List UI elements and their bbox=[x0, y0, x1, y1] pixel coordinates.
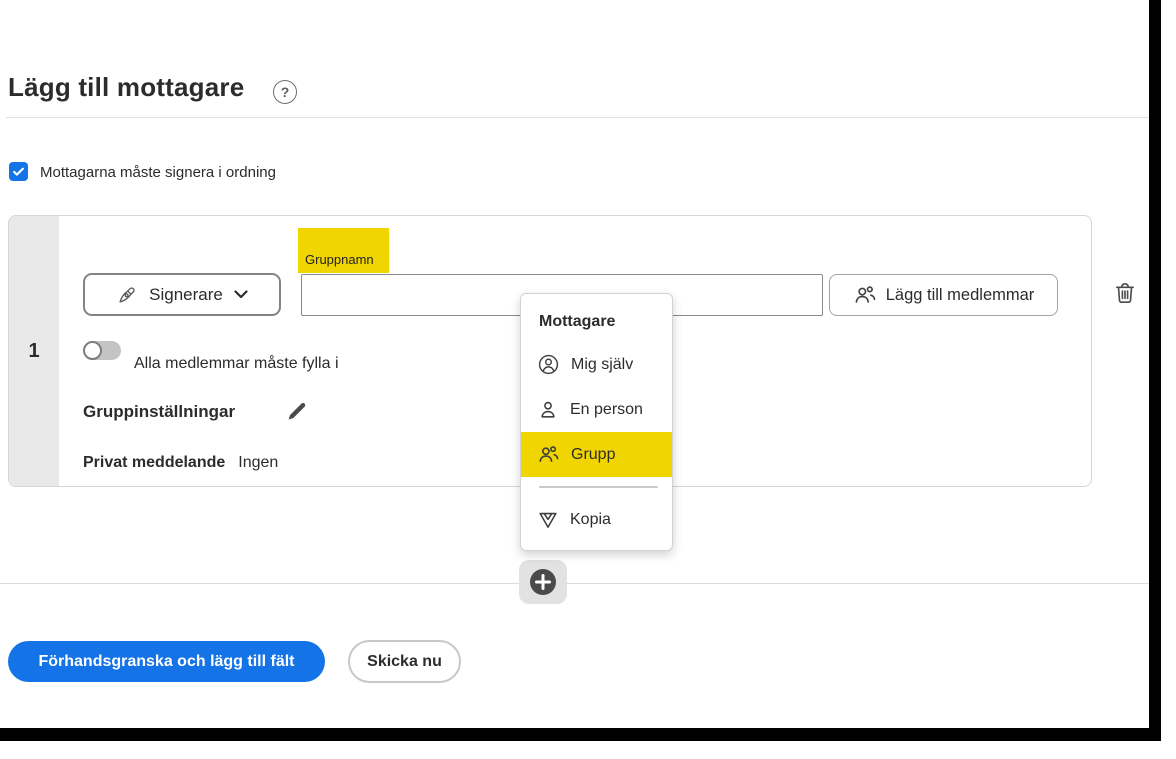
group-settings-label: Gruppinställningar bbox=[83, 402, 235, 422]
menu-item-kopia[interactable]: Kopia bbox=[521, 497, 672, 542]
person-icon bbox=[537, 399, 559, 421]
check-icon bbox=[11, 164, 26, 179]
recipient-type-menu: Mottagare Mig själv En person bbox=[520, 293, 673, 551]
sign-order-label: Mottagarna måste signera i ordning bbox=[40, 164, 276, 181]
section-divider bbox=[0, 583, 1149, 584]
recipient-index: 1 bbox=[28, 340, 39, 363]
menu-gap bbox=[521, 334, 672, 342]
add-members-button[interactable]: Lägg till medlemmar bbox=[829, 274, 1058, 316]
window-frame-right bbox=[1149, 0, 1161, 741]
private-message-label: Privat meddelande bbox=[83, 454, 225, 471]
window-frame-bottom bbox=[0, 728, 1161, 741]
group-name-label: Gruppnamn bbox=[298, 228, 389, 273]
pen-icon bbox=[116, 284, 138, 306]
add-recipients-screen: Lägg till mottagare ? Mottagarna måste s… bbox=[0, 0, 1176, 759]
private-message-row: Privat meddelande Ingen bbox=[83, 454, 278, 472]
title-divider bbox=[6, 117, 1149, 118]
private-message-value: Ingen bbox=[238, 454, 278, 471]
help-icon[interactable]: ? bbox=[273, 80, 297, 104]
edit-pencil-icon[interactable] bbox=[284, 398, 310, 424]
sign-order-checkbox[interactable] bbox=[9, 162, 28, 181]
role-selector-label: Signerare bbox=[149, 285, 223, 305]
plus-icon bbox=[529, 568, 557, 596]
add-recipient-button[interactable] bbox=[519, 560, 567, 604]
menu-item-mig-sjalv[interactable]: Mig själv bbox=[521, 342, 672, 387]
fill-order-toggle[interactable] bbox=[83, 341, 121, 360]
group-icon bbox=[537, 443, 560, 466]
role-selector-button[interactable]: Signerare bbox=[83, 273, 281, 316]
group-icon bbox=[853, 283, 877, 307]
menu-divider bbox=[539, 486, 658, 488]
trash-icon[interactable] bbox=[1112, 280, 1138, 306]
toggle-knob bbox=[83, 341, 102, 360]
question-mark-glyph: ? bbox=[281, 84, 290, 100]
menu-header: Mottagare bbox=[521, 310, 672, 334]
chevron-down-icon bbox=[234, 290, 248, 299]
add-members-label: Lägg till medlemmar bbox=[886, 286, 1035, 305]
recipient-index-strip: 1 bbox=[9, 216, 59, 486]
send-now-button[interactable]: Skicka nu bbox=[348, 640, 461, 683]
menu-item-en-person[interactable]: En person bbox=[521, 387, 672, 432]
person-circle-icon bbox=[537, 353, 560, 376]
fill-order-toggle-label: Alla medlemmar måste fylla i bbox=[134, 355, 339, 373]
menu-item-grupp[interactable]: Grupp bbox=[521, 432, 672, 477]
preview-and-add-fields-button[interactable]: Förhandsgranska och lägg till fält bbox=[8, 641, 325, 682]
send-icon bbox=[537, 509, 559, 531]
page-title: Lägg till mottagare bbox=[8, 72, 244, 103]
